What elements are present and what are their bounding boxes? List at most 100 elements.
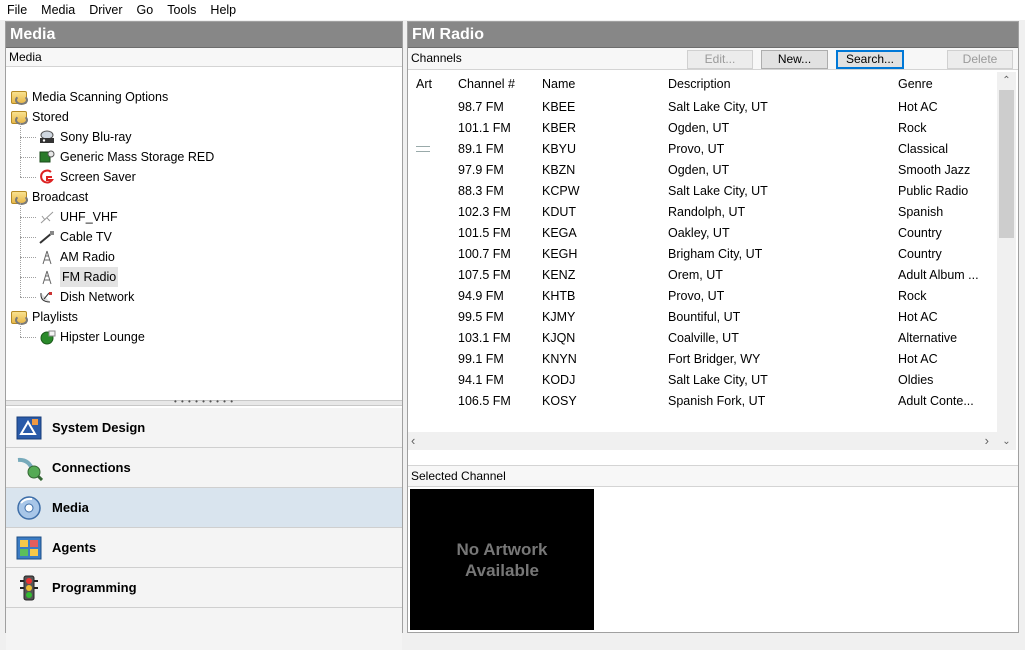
nav-empty-area	[6, 608, 402, 650]
nav-button-agents[interactable]: Agents	[6, 528, 402, 568]
cell-genre: Oldies	[898, 372, 934, 387]
tree-item[interactable]: Broadcast	[6, 187, 402, 207]
cell-channel: 100.7 FM	[458, 246, 511, 261]
table-row[interactable]: 99.5 FM KJMY Bountiful, UT Hot AC	[408, 306, 1018, 327]
tree-item[interactable]: UHF_VHF	[6, 207, 402, 227]
table-row[interactable]: 89.1 FM KBYU Provo, UT Classical	[408, 138, 1018, 159]
delete-button[interactable]: Delete	[947, 50, 1013, 69]
tree-item[interactable]: Playlists	[6, 307, 402, 327]
cell-genre: Adult Album ...	[898, 267, 979, 282]
cell-name: KEGA	[542, 225, 577, 240]
cell-channel: 102.3 FM	[458, 204, 511, 219]
table-row[interactable]: 102.3 FM KDUT Randolph, UT Spanish	[408, 201, 1018, 222]
vertical-scrollbar[interactable]: ⌃ ⌄	[997, 72, 1016, 450]
navigation-buttons: System Design Connections Media Agents Progr…	[6, 408, 402, 650]
channels-grid-body: 98.7 FM KBEE Salt Lake City, UT Hot AC 101.1…	[408, 96, 1018, 411]
cell-name: KBER	[542, 120, 577, 135]
table-row[interactable]: 100.7 FM KEGH Brigham City, UT Country	[408, 243, 1018, 264]
column-header-channel[interactable]: Channel #	[445, 77, 538, 91]
tree-item[interactable]: Screen Saver	[6, 167, 402, 187]
cell-channel: 88.3 FM	[458, 183, 504, 198]
tree-item[interactable]: Stored	[6, 107, 402, 127]
table-row[interactable]: 94.9 FM KHTB Provo, UT Rock	[408, 285, 1018, 306]
cell-genre: Country	[898, 246, 942, 261]
tree-item[interactable]: Cable TV	[6, 227, 402, 247]
edit-button[interactable]: Edit...	[687, 50, 753, 69]
cell-genre: Country	[898, 225, 942, 240]
table-row[interactable]: 88.3 FM KCPW Salt Lake City, UT Public Radi…	[408, 180, 1018, 201]
horizontal-scrollbar[interactable]: ‹ ›	[408, 432, 997, 450]
menu-help[interactable]: Help	[203, 3, 243, 17]
tree-item[interactable]: Media Scanning Options	[6, 87, 402, 107]
column-header-art[interactable]: Art	[408, 77, 445, 91]
cell-description: Salt Lake City, UT	[668, 372, 768, 387]
fm-radio-pane-title: FM Radio	[408, 22, 1018, 48]
cell-name: KBZN	[542, 162, 576, 177]
table-row[interactable]: 101.5 FM KEGA Oakley, UT Country	[408, 222, 1018, 243]
menu-driver[interactable]: Driver	[82, 3, 129, 17]
nav-button-programming[interactable]: Programming	[6, 568, 402, 608]
cell-name: KHTB	[542, 288, 576, 303]
cell-description: Provo, UT	[668, 288, 725, 303]
menu-tools[interactable]: Tools	[160, 3, 203, 17]
column-header-name[interactable]: Name	[538, 77, 664, 91]
tree-item[interactable]: Dish Network	[6, 287, 402, 307]
tree-item[interactable]: Generic Mass Storage RED	[6, 147, 402, 167]
artwork-placeholder-line1: No Artwork	[456, 539, 548, 559]
scroll-right-icon[interactable]: ›	[985, 432, 989, 450]
new-button[interactable]: New...	[761, 50, 828, 69]
cell-channel: 94.9 FM	[458, 288, 504, 303]
search-button[interactable]: Search...	[836, 50, 904, 69]
tree-connector	[20, 323, 21, 337]
cell-channel: 99.5 FM	[458, 309, 504, 324]
nav-button-system-design[interactable]: System Design	[6, 408, 402, 448]
pane-splitter[interactable]: • • • • • • • • •	[6, 398, 402, 406]
menu-file[interactable]: File	[0, 3, 34, 17]
column-header-genre[interactable]: Genre	[894, 77, 997, 91]
tree-item[interactable]: FM Radio	[6, 267, 402, 287]
folder-icon	[10, 109, 28, 125]
screen-saver-icon	[38, 169, 56, 185]
table-row[interactable]: 98.7 FM KBEE Salt Lake City, UT Hot AC	[408, 96, 1018, 117]
cell-description: Coalville, UT	[668, 330, 739, 345]
nav-button-connections[interactable]: Connections	[6, 448, 402, 488]
vertical-scroll-thumb[interactable]	[999, 90, 1014, 238]
tree-item[interactable]: Hipster Lounge	[6, 327, 402, 347]
table-row[interactable]: 106.5 FM KOSY Spanish Fork, UT Adult Conte.…	[408, 390, 1018, 411]
tree-item-label: UHF_VHF	[60, 210, 118, 224]
artwork-placeholder: No Artwork Available	[410, 489, 594, 630]
table-row[interactable]: 99.1 FM KNYN Fort Bridger, WY Hot AC	[408, 348, 1018, 369]
nav-button-label: Agents	[52, 540, 97, 555]
folder-icon	[10, 189, 28, 205]
nav-button-media[interactable]: Media	[6, 488, 402, 528]
menu-go[interactable]: Go	[130, 3, 161, 17]
folder-icon	[10, 89, 28, 105]
playlist-icon	[38, 329, 56, 345]
cell-genre: Alternative	[898, 330, 958, 345]
tree-item-label: Media Scanning Options	[32, 90, 169, 104]
tree-item-label: AM Radio	[60, 250, 115, 264]
table-row[interactable]: 94.1 FM KODJ Salt Lake City, UT Oldies	[408, 369, 1018, 390]
cell-description: Salt Lake City, UT	[668, 99, 768, 114]
cell-name: KJQN	[542, 330, 576, 345]
column-header-description[interactable]: Description	[664, 77, 894, 91]
menu-bar: File Media Driver Go Tools Help	[0, 0, 1025, 20]
scroll-up-icon[interactable]: ⌃	[997, 72, 1016, 89]
table-row[interactable]: 97.9 FM KBZN Ogden, UT Smooth Jazz	[408, 159, 1018, 180]
cell-art	[408, 145, 445, 152]
agents-icon	[14, 535, 44, 561]
menu-media[interactable]: Media	[34, 3, 82, 17]
cell-description: Orem, UT	[668, 267, 723, 282]
satellite-dish-icon	[38, 289, 56, 305]
cell-description: Brigham City, UT	[668, 246, 763, 261]
cell-name: KCPW	[542, 183, 580, 198]
tree-item[interactable]: AM Radio	[6, 247, 402, 267]
cell-description: Ogden, UT	[668, 120, 730, 135]
table-row[interactable]: 107.5 FM KENZ Orem, UT Adult Album ...	[408, 264, 1018, 285]
scroll-left-icon[interactable]: ‹	[411, 432, 415, 450]
tree-item[interactable]: Sony Blu-ray	[6, 127, 402, 147]
table-row[interactable]: 103.1 FM KJQN Coalville, UT Alternative	[408, 327, 1018, 348]
scroll-down-icon[interactable]: ⌄	[997, 433, 1016, 450]
table-row[interactable]: 101.1 FM KBER Ogden, UT Rock	[408, 117, 1018, 138]
nav-button-label: System Design	[52, 420, 146, 435]
